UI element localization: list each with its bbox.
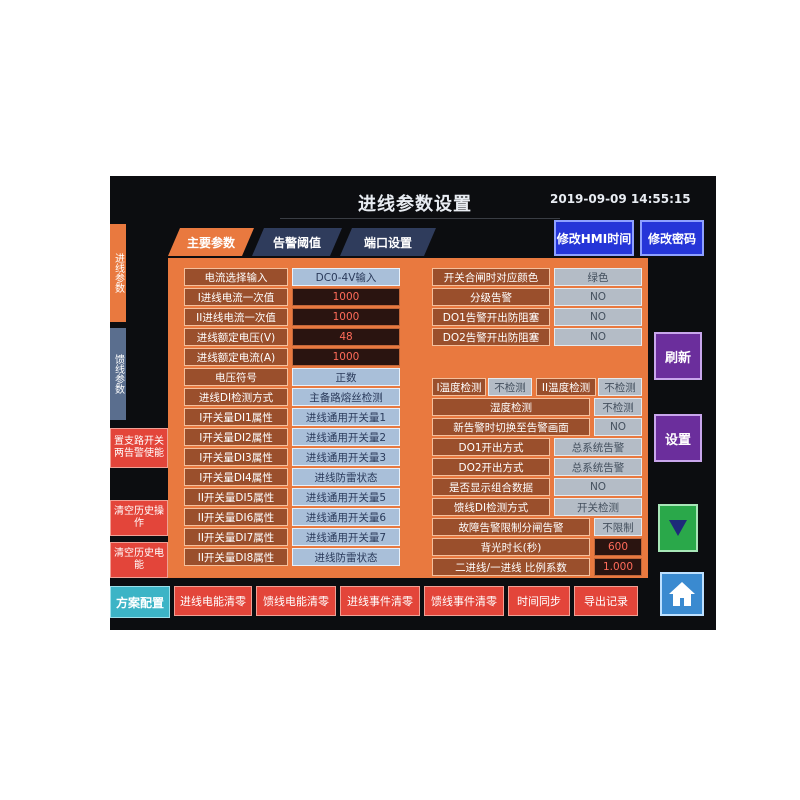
switch-close-color-select[interactable]: 绿色 <box>554 268 642 286</box>
clear-history-ops-button[interactable]: 清空历史操作 <box>110 500 168 536</box>
ratio-coefficient-input[interactable]: 1.000 <box>594 558 642 576</box>
di8-attr-select[interactable]: 进线防雷状态 <box>292 548 400 566</box>
backlight-duration-input[interactable]: 600 <box>594 538 642 556</box>
di4-attr-select[interactable]: 进线防雷状态 <box>292 468 400 486</box>
humidity-detect-select[interactable]: 不检测 <box>594 398 642 416</box>
rated-voltage-input[interactable]: 48 <box>292 328 400 346</box>
param-label: I开关量DI4属性 <box>184 468 288 486</box>
home-button[interactable] <box>660 572 704 616</box>
param-label: 故障告警限制分闸告警 <box>432 518 590 536</box>
temp2-detect-select[interactable]: 不检测 <box>598 378 642 396</box>
voltage-sign-select[interactable]: 正数 <box>292 368 400 386</box>
alarm-linkage-button[interactable]: 置支路开关两告警使能 <box>110 428 168 468</box>
clear-feeder-energy-button[interactable]: 馈线电能清零 <box>256 586 336 616</box>
param-label: 开关合闸时对应颜色 <box>432 268 550 286</box>
param-label: I开关量DI3属性 <box>184 448 288 466</box>
di2-attr-select[interactable]: 进线通用开关量2 <box>292 428 400 446</box>
down-arrow-icon <box>669 520 687 536</box>
clear-incoming-events-button[interactable]: 进线事件清零 <box>340 586 420 616</box>
scroll-down-button[interactable] <box>658 504 698 552</box>
home-icon <box>669 582 695 606</box>
alarm-screen-switch-select[interactable]: NO <box>594 418 642 436</box>
param-label: II开关量DI8属性 <box>184 548 288 566</box>
param-label: 新告警时切换至告警画面 <box>432 418 590 436</box>
param-label: 电压符号 <box>184 368 288 386</box>
param-label: 二进线/一进线 比例系数 <box>432 558 590 576</box>
do2-output-mode-select[interactable]: 总系统告警 <box>554 458 642 476</box>
hmi-screen: 进线参数设置 2019-09-09 14:55:15 主要参数 告警阈值 端口设… <box>110 176 716 630</box>
plan-config-button[interactable]: 方案配置 <box>110 586 170 618</box>
refresh-button[interactable]: 刷新 <box>654 332 702 380</box>
di1-attr-select[interactable]: 进线通用开关量1 <box>292 408 400 426</box>
feeder-di-detect-select[interactable]: 开关检测 <box>554 498 642 516</box>
temp1-label: I温度检测 <box>432 378 486 396</box>
current-input-select[interactable]: DC0-4V输入 <box>292 268 400 286</box>
side-tab-incoming-params[interactable]: 进线参数 <box>110 224 126 322</box>
param-label: 进线额定电流(A) <box>184 348 288 366</box>
param-label: II开关量DI6属性 <box>184 508 288 526</box>
param-label: DO2告警开出防阻塞 <box>432 328 550 346</box>
settings-button[interactable]: 设置 <box>654 414 702 462</box>
side-tab-feeder-params[interactable]: 馈线参数 <box>110 328 126 420</box>
param-label: 是否显示组合数据 <box>432 478 550 496</box>
param-label: II进线电流一次值 <box>184 308 288 326</box>
param-label: DO1告警开出防阻塞 <box>432 308 550 326</box>
modify-hmi-time-button[interactable]: 修改HMI时间 <box>554 220 634 256</box>
di7-attr-select[interactable]: 进线通用开关量7 <box>292 528 400 546</box>
param-label: 进线额定电压(V) <box>184 328 288 346</box>
page-title: 进线参数设置 <box>358 194 472 215</box>
param-label: I开关量DI2属性 <box>184 428 288 446</box>
param-label: 进线DI检测方式 <box>184 388 288 406</box>
di6-attr-select[interactable]: 进线通用开关量6 <box>292 508 400 526</box>
do1-output-mode-select[interactable]: 总系统告警 <box>554 438 642 456</box>
param-label: 背光时长(秒) <box>432 538 590 556</box>
fault-alarm-limit-select[interactable]: 不限制 <box>594 518 642 536</box>
do1-anti-block-select[interactable]: NO <box>554 308 642 326</box>
param-label: DO2开出方式 <box>432 458 550 476</box>
tab-alarm-thresholds[interactable]: 告警阈值 <box>252 228 342 256</box>
param-label: I开关量DI1属性 <box>184 408 288 426</box>
di3-attr-select[interactable]: 进线通用开关量3 <box>292 448 400 466</box>
param-label: 湿度检测 <box>432 398 590 416</box>
tab-port-settings[interactable]: 端口设置 <box>340 228 436 256</box>
export-records-button[interactable]: 导出记录 <box>574 586 638 616</box>
parameter-panel: 电流选择输入 DC0-4V输入 I进线电流一次值 1000 II进线电流一次值 … <box>168 258 648 578</box>
i-line-current-primary-input[interactable]: 1000 <box>292 288 400 306</box>
param-label: 电流选择输入 <box>184 268 288 286</box>
modify-password-button[interactable]: 修改密码 <box>640 220 704 256</box>
graded-alarm-select[interactable]: NO <box>554 288 642 306</box>
di5-attr-select[interactable]: 进线通用开关量5 <box>292 488 400 506</box>
param-label: I进线电流一次值 <box>184 288 288 306</box>
temp1-detect-select[interactable]: 不检测 <box>488 378 532 396</box>
tab-main-params[interactable]: 主要参数 <box>168 228 254 256</box>
time-sync-button[interactable]: 时间同步 <box>508 586 570 616</box>
temp2-label: II温度检测 <box>536 378 596 396</box>
param-label: II开关量DI7属性 <box>184 528 288 546</box>
param-label: II开关量DI5属性 <box>184 488 288 506</box>
di-detect-mode-select[interactable]: 主备路熔丝检测 <box>292 388 400 406</box>
do2-anti-block-select[interactable]: NO <box>554 328 642 346</box>
clear-incoming-energy-button[interactable]: 进线电能清零 <box>174 586 252 616</box>
clear-feeder-events-button[interactable]: 馈线事件清零 <box>424 586 504 616</box>
show-combined-data-select[interactable]: NO <box>554 478 642 496</box>
param-label: DO1开出方式 <box>432 438 550 456</box>
ii-line-current-primary-input[interactable]: 1000 <box>292 308 400 326</box>
param-label: 馈线DI检测方式 <box>432 498 550 516</box>
title-divider <box>280 218 560 219</box>
rated-current-input[interactable]: 1000 <box>292 348 400 366</box>
param-label: 分级告警 <box>432 288 550 306</box>
clear-history-energy-button[interactable]: 清空历史电能 <box>110 542 168 578</box>
datetime-display: 2019-09-09 14:55:15 <box>550 192 691 206</box>
